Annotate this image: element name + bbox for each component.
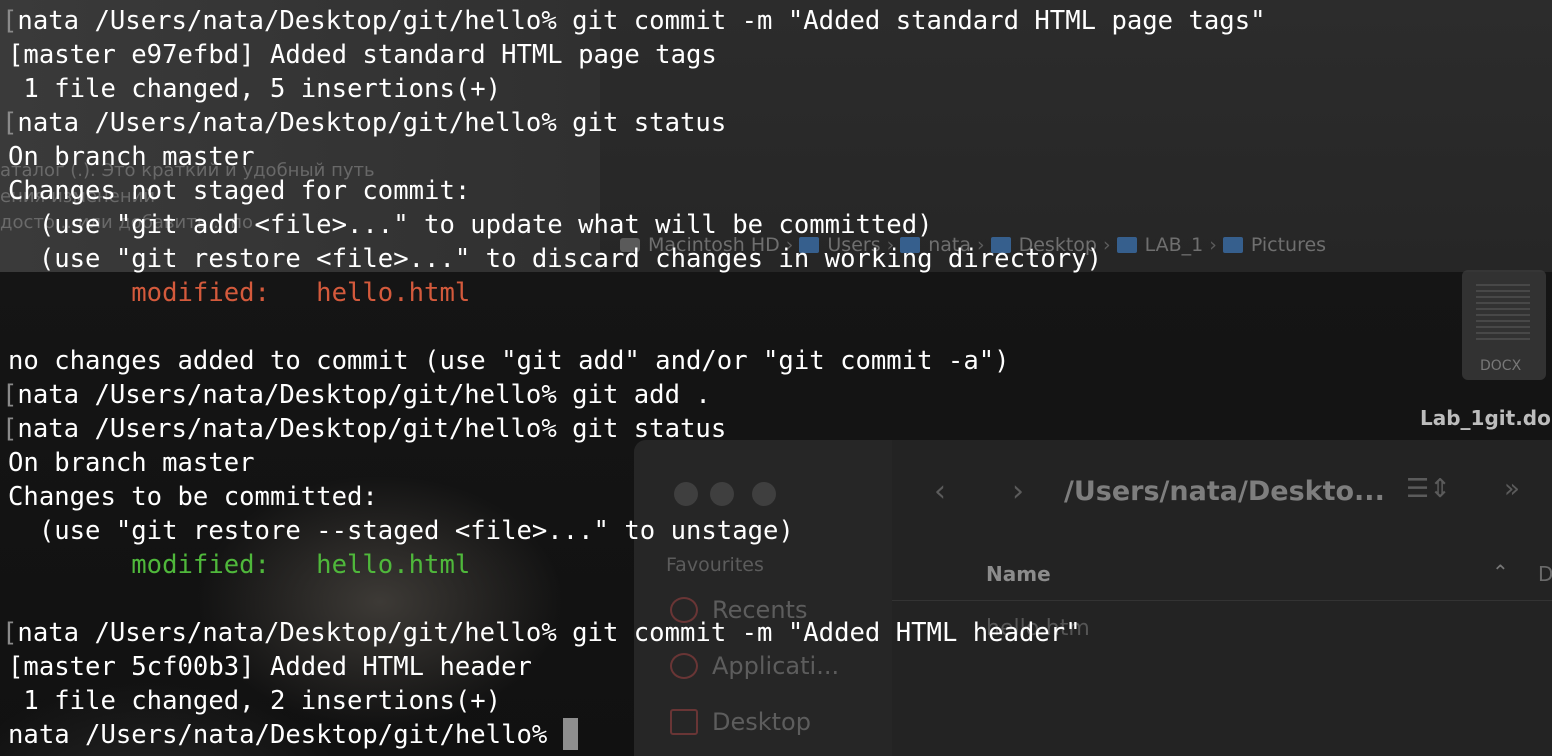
shell-prompt: nata /Users/nata/Desktop/git/hello% xyxy=(17,618,573,648)
shell-prompt: nata /Users/nata/Desktop/git/hello% xyxy=(8,720,563,750)
shell-prompt: nata /Users/nata/Desktop/git/hello% xyxy=(17,6,573,36)
command-text: git commit -m "Added standard HTML page … xyxy=(572,6,1266,36)
terminal-command-line: [nata /Users/nata/Desktop/git/hello% git… xyxy=(2,4,1552,38)
terminal-command-line: [nata /Users/nata/Desktop/git/hello% git… xyxy=(2,616,1552,650)
terminal-output-line: (use "git restore <file>..." to discard … xyxy=(8,244,1103,274)
terminal-output-line: no changes added to commit (use "git add… xyxy=(8,346,1010,376)
command-text: git add . xyxy=(572,380,711,410)
command-text: git status xyxy=(572,414,727,444)
terminal-modified-line: modified: hello.html xyxy=(8,278,471,308)
prompt-mark: [ xyxy=(2,618,18,648)
terminal-output-line: 1 file changed, 5 insertions(+) xyxy=(8,74,502,104)
text-cursor[interactable] xyxy=(562,718,578,750)
shell-prompt: nata /Users/nata/Desktop/git/hello% xyxy=(17,380,573,410)
terminal-command-line: [nata /Users/nata/Desktop/git/hello% git… xyxy=(2,378,1552,412)
terminal-output-line: 1 file changed, 2 insertions(+) xyxy=(8,686,502,716)
prompt-mark: [ xyxy=(2,414,18,444)
prompt-mark: [ xyxy=(2,6,18,36)
shell-prompt: nata /Users/nata/Desktop/git/hello% xyxy=(17,414,573,444)
terminal-output-line: Changes to be committed: xyxy=(8,482,378,512)
terminal-output-line: (use "git restore --staged <file>..." to… xyxy=(8,516,794,546)
terminal-command-line: [nata /Users/nata/Desktop/git/hello% git… xyxy=(2,412,1552,446)
terminal-output-line: On branch master xyxy=(8,142,255,172)
terminal-output-line: (use "git add <file>..." to update what … xyxy=(8,210,933,240)
terminal-output-line: [master 5cf00b3] Added HTML header xyxy=(8,652,532,682)
terminal-current-prompt: nata /Users/nata/Desktop/git/hello% xyxy=(8,718,1552,752)
terminal-command-line: [nata /Users/nata/Desktop/git/hello% git… xyxy=(2,106,1552,140)
terminal-output[interactable]: [nata /Users/nata/Desktop/git/hello% git… xyxy=(0,0,1552,756)
terminal-modified-line: modified: hello.html xyxy=(8,550,471,580)
prompt-mark: [ xyxy=(2,108,18,138)
shell-prompt: nata /Users/nata/Desktop/git/hello% xyxy=(17,108,573,138)
terminal-output-line: On branch master xyxy=(8,448,255,478)
terminal-output-line: Changes not staged for commit: xyxy=(8,176,471,206)
terminal-output-line: [master e97efbd] Added standard HTML pag… xyxy=(8,40,717,70)
command-text: git commit -m "Added HTML header" xyxy=(572,618,1081,648)
command-text: git status xyxy=(572,108,727,138)
prompt-mark: [ xyxy=(2,380,18,410)
